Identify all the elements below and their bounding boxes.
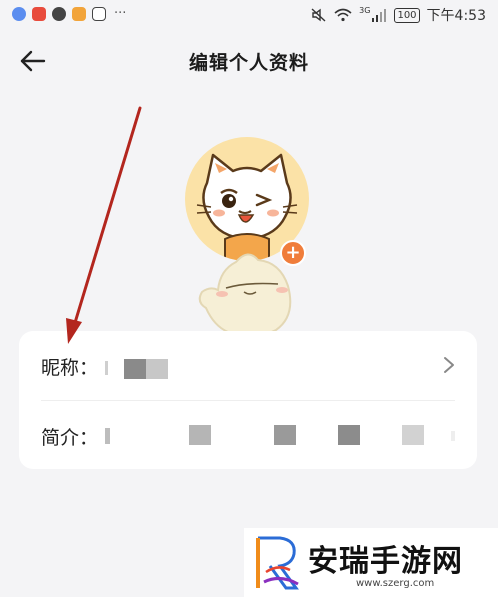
- page-title: 编辑个人资料: [188, 52, 309, 74]
- watermark: 安瑞手游网 www.szerg.com: [244, 528, 498, 597]
- nickname-row[interactable]: 昵称：: [19, 331, 477, 401]
- seal-mascot-icon: [198, 253, 292, 338]
- nickname-label: 昵称：: [41, 357, 99, 379]
- browser-app-icon: [12, 7, 26, 21]
- more-notifications-icon: ···: [114, 6, 127, 21]
- network-type: 3G: [359, 5, 371, 15]
- news-app-icon: [32, 7, 46, 21]
- message-app-icon: [52, 7, 66, 21]
- profile-info-card: 昵称： 简介：: [19, 331, 477, 469]
- wifi-icon: [334, 8, 352, 22]
- watermark-site-name: 安瑞手游网: [308, 544, 463, 579]
- chevron-right-icon: [444, 357, 454, 373]
- bio-row[interactable]: 简介：: [19, 401, 477, 469]
- bio-label: 简介：: [41, 427, 99, 449]
- watermark-url: www.szerg.com: [356, 578, 435, 589]
- mute-icon: [311, 8, 326, 22]
- clock: 下午4:53: [426, 8, 486, 24]
- mascot-sticker: [192, 246, 304, 342]
- shield-app-icon: [92, 7, 106, 21]
- battery-indicator: 100: [394, 7, 420, 23]
- status-bar-system: 3G 100 下午4:53: [311, 5, 486, 25]
- status-bar-notifications: ···: [12, 7, 126, 21]
- status-bar: ··· 3G 100 下午4:53: [0, 0, 498, 30]
- signal-icon: [372, 9, 387, 22]
- video-app-icon: [72, 7, 86, 21]
- site-logo-icon: [256, 536, 299, 590]
